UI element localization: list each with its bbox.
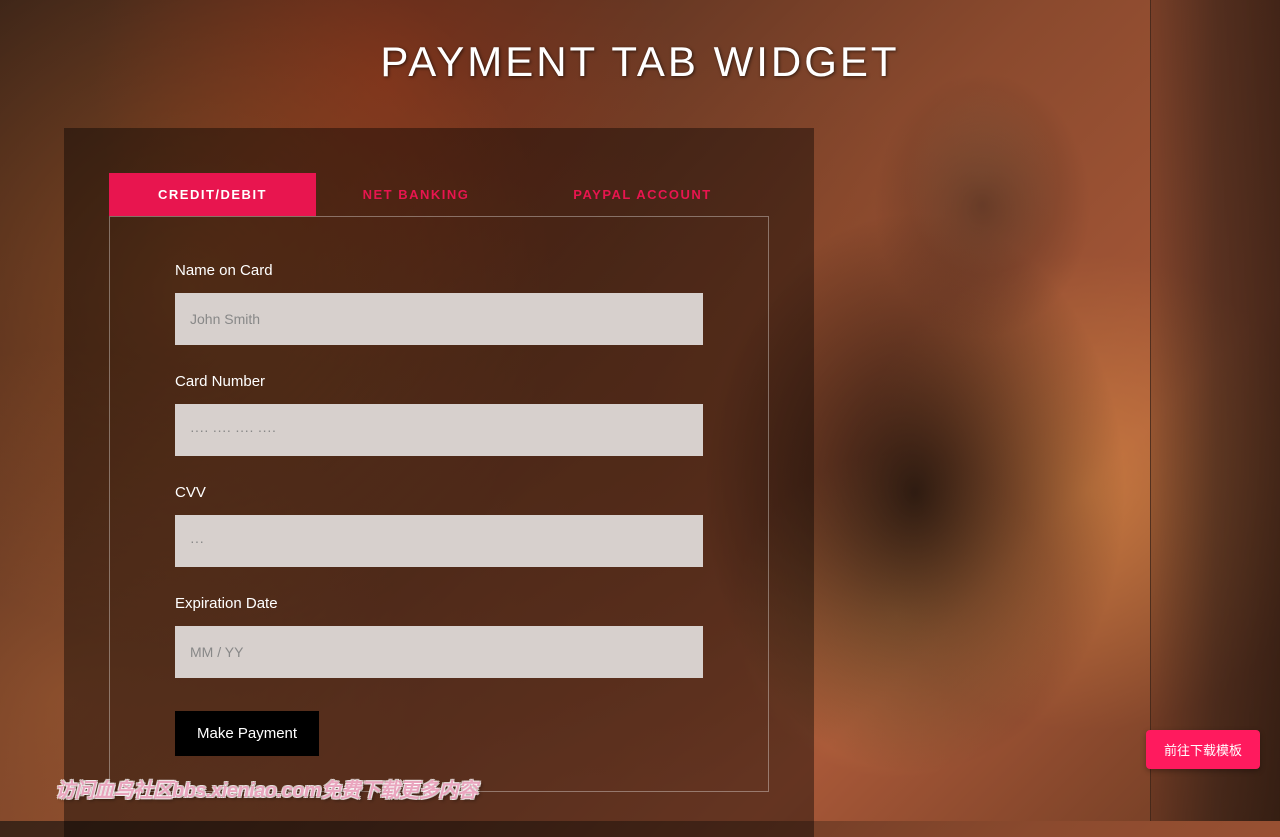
watermark-text: 访问血鸟社区bbs.xieniao.com免费下载更多内容 <box>55 774 477 803</box>
background-glass-pane <box>1150 0 1280 821</box>
name-on-card-input[interactable] <box>175 293 703 345</box>
page-title: PAYMENT TAB WIDGET <box>0 0 1280 86</box>
expiration-date-label: Expiration Date <box>175 595 703 612</box>
cvv-label: CVV <box>175 484 703 501</box>
payment-widget: CREDIT/DEBIT NET BANKING PAYPAL ACCOUNT … <box>64 128 814 837</box>
cvv-input[interactable] <box>175 515 703 567</box>
tab-credit-debit[interactable]: CREDIT/DEBIT <box>109 173 316 216</box>
tab-content-credit-debit: Name on Card Card Number CVV Expiration … <box>109 216 769 792</box>
tab-paypal-account[interactable]: PAYPAL ACCOUNT <box>516 173 769 216</box>
expiration-date-input[interactable] <box>175 626 703 678</box>
form-group-name: Name on Card <box>175 262 703 345</box>
make-payment-button[interactable]: Make Payment <box>175 711 319 756</box>
tab-net-banking[interactable]: NET BANKING <box>316 173 516 216</box>
card-number-label: Card Number <box>175 373 703 390</box>
card-number-input[interactable] <box>175 404 703 456</box>
name-on-card-label: Name on Card <box>175 262 703 279</box>
download-template-button[interactable]: 前往下载模板 <box>1146 730 1260 769</box>
form-group-expiration: Expiration Date <box>175 595 703 678</box>
form-group-cvv: CVV <box>175 484 703 567</box>
form-group-card-number: Card Number <box>175 373 703 456</box>
tab-bar: CREDIT/DEBIT NET BANKING PAYPAL ACCOUNT <box>109 173 769 216</box>
